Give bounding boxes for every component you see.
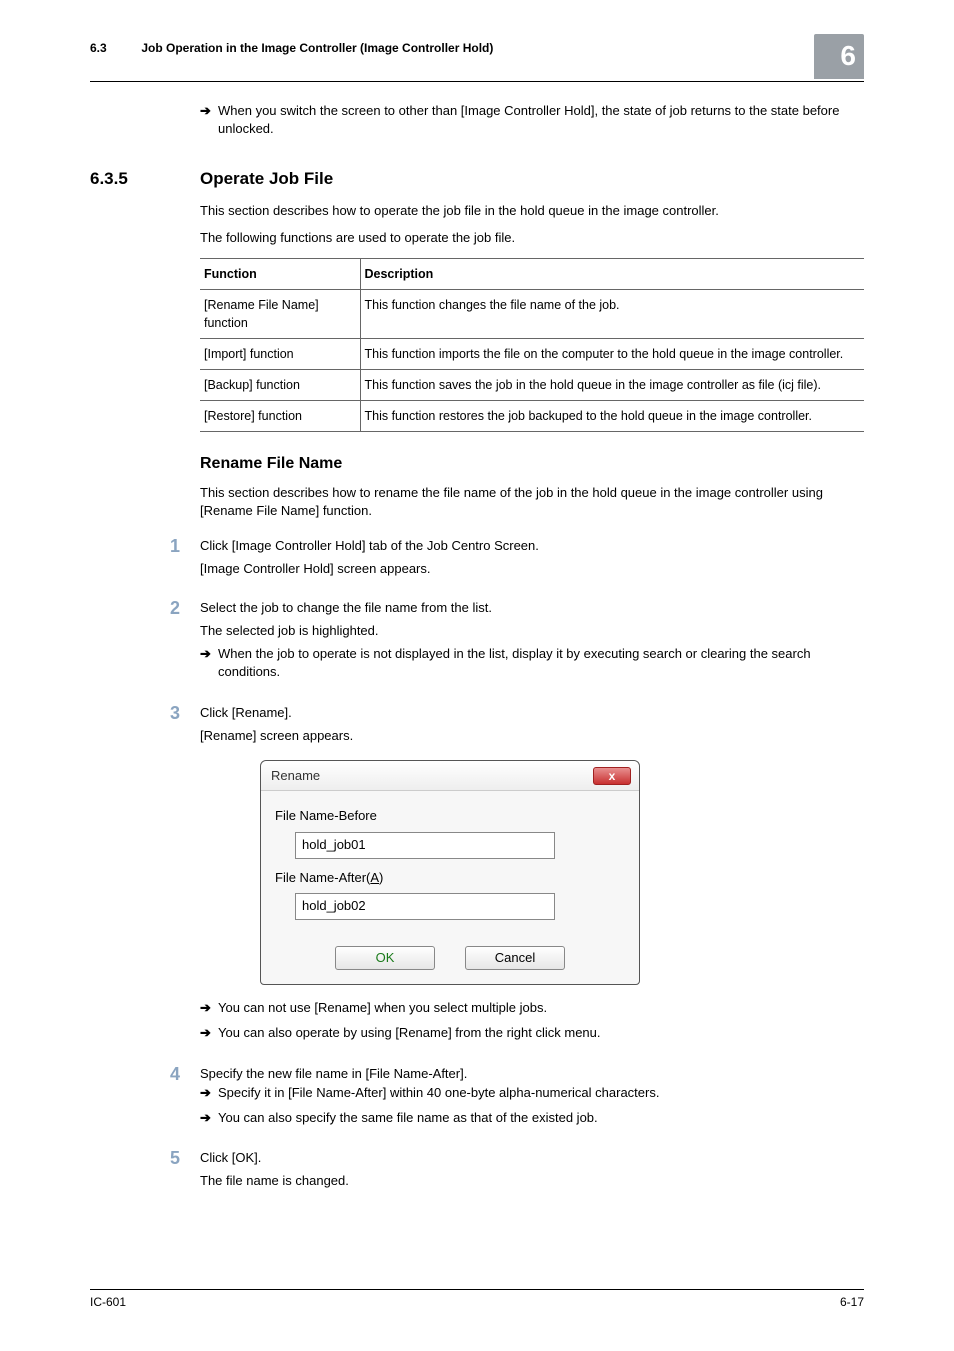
filename-before-field: hold_job01 [295, 832, 555, 859]
cell-desc: This function saves the job in the hold … [360, 370, 864, 401]
footer-left: IC-601 [90, 1294, 126, 1311]
step-note: ➔ You can not use [Rename] when you sele… [200, 999, 864, 1018]
step-sub: [Image Controller Hold] screen appears. [200, 560, 864, 579]
running-head: 6.3 Job Operation in the Image Controlle… [90, 40, 493, 57]
step-note: ➔ Specify it in [File Name-After] within… [200, 1084, 864, 1103]
function-table: Function Description [Rename File Name] … [200, 258, 864, 433]
step-4: 4 Specify the new file name in [File Nam… [170, 1065, 864, 1134]
step-2: 2 Select the job to change the file name… [170, 599, 864, 688]
heading-635: 6.3.5 Operate Job File [90, 167, 864, 192]
step-number: 5 [170, 1149, 200, 1195]
intro-note-text: When you switch the screen to other than… [218, 102, 864, 140]
page-header: 6.3 Job Operation in the Image Controlle… [90, 40, 864, 82]
cell-func: [Import] function [200, 338, 360, 369]
rename-intro: This section describes how to rename the… [200, 484, 864, 522]
arrow-icon: ➔ [200, 1084, 218, 1103]
intro-note: ➔ When you switch the screen to other th… [200, 102, 864, 140]
cell-desc: This function changes the file name of t… [360, 289, 864, 338]
step-3: 3 Click [Rename]. [Rename] screen appear… [170, 704, 864, 1049]
step-1: 1 Click [Image Controller Hold] tab of t… [170, 537, 864, 583]
label-filename-before: File Name-Before [275, 807, 625, 826]
dialog-titlebar: Rename x [261, 761, 639, 791]
step-note-text: You can also operate by using [Rename] f… [218, 1024, 601, 1043]
step-note-text: When the job to operate is not displayed… [218, 645, 864, 683]
arrow-icon: ➔ [200, 645, 218, 683]
cell-desc: This function restores the job backuped … [360, 401, 864, 432]
step-text: Specify the new file name in [File Name-… [200, 1065, 864, 1084]
step-number: 1 [170, 537, 200, 583]
cell-func: [Backup] function [200, 370, 360, 401]
heading-title: Operate Job File [200, 167, 333, 192]
step-note: ➔ You can also operate by using [Rename]… [200, 1024, 864, 1043]
cell-func: [Restore] function [200, 401, 360, 432]
table-row: [Import] function This function imports … [200, 338, 864, 369]
page-footer: IC-601 6-17 [90, 1289, 864, 1311]
cell-func: [Rename File Name] function [200, 289, 360, 338]
close-icon: x [609, 769, 616, 783]
th-function: Function [200, 258, 360, 289]
subheading-rename: Rename File Name [200, 452, 864, 475]
p-635-1: This section describes how to operate th… [200, 202, 864, 221]
table-row: [Restore] function This function restore… [200, 401, 864, 432]
arrow-icon: ➔ [200, 999, 218, 1018]
step-note: ➔ You can also specify the same file nam… [200, 1109, 864, 1128]
step-text: Click [Rename]. [200, 704, 864, 723]
step-number: 2 [170, 599, 200, 688]
step-note-text: Specify it in [File Name-After] within 4… [218, 1084, 659, 1103]
step-sub: The selected job is highlighted. [200, 622, 864, 641]
step-text: Click [Image Controller Hold] tab of the… [200, 537, 864, 556]
step-note: ➔ When the job to operate is not display… [200, 645, 864, 683]
table-row: [Backup] function This function saves th… [200, 370, 864, 401]
footer-right: 6-17 [840, 1294, 864, 1311]
heading-number: 6.3.5 [90, 167, 200, 192]
dialog-title: Rename [271, 767, 320, 786]
table-row: [Rename File Name] function This functio… [200, 289, 864, 338]
arrow-icon: ➔ [200, 1109, 218, 1128]
label-filename-after: File Name-After(A) [275, 869, 625, 888]
cell-desc: This function imports the file on the co… [360, 338, 864, 369]
step-number: 3 [170, 704, 200, 1049]
p-635-2: The following functions are used to oper… [200, 229, 864, 248]
section-number: 6.3 [90, 40, 138, 57]
section-title: Job Operation in the Image Controller (I… [141, 41, 493, 55]
ok-button[interactable]: OK [335, 946, 435, 970]
th-description: Description [360, 258, 864, 289]
cancel-button[interactable]: Cancel [465, 946, 565, 970]
step-sub: [Rename] screen appears. [200, 727, 864, 746]
arrow-icon: ➔ [200, 102, 218, 140]
close-button[interactable]: x [593, 767, 631, 785]
step-text: Click [OK]. [200, 1149, 864, 1168]
step-5: 5 Click [OK]. The file name is changed. [170, 1149, 864, 1195]
chapter-badge: 6 [814, 34, 864, 79]
step-number: 4 [170, 1065, 200, 1134]
step-text: Select the job to change the file name f… [200, 599, 864, 618]
step-sub: The file name is changed. [200, 1172, 864, 1191]
rename-dialog: Rename x File Name-Before hold_job01 Fil… [260, 760, 640, 985]
filename-after-field[interactable]: hold_job02 [295, 893, 555, 920]
arrow-icon: ➔ [200, 1024, 218, 1043]
step-note-text: You can not use [Rename] when you select… [218, 999, 547, 1018]
step-note-text: You can also specify the same file name … [218, 1109, 598, 1128]
